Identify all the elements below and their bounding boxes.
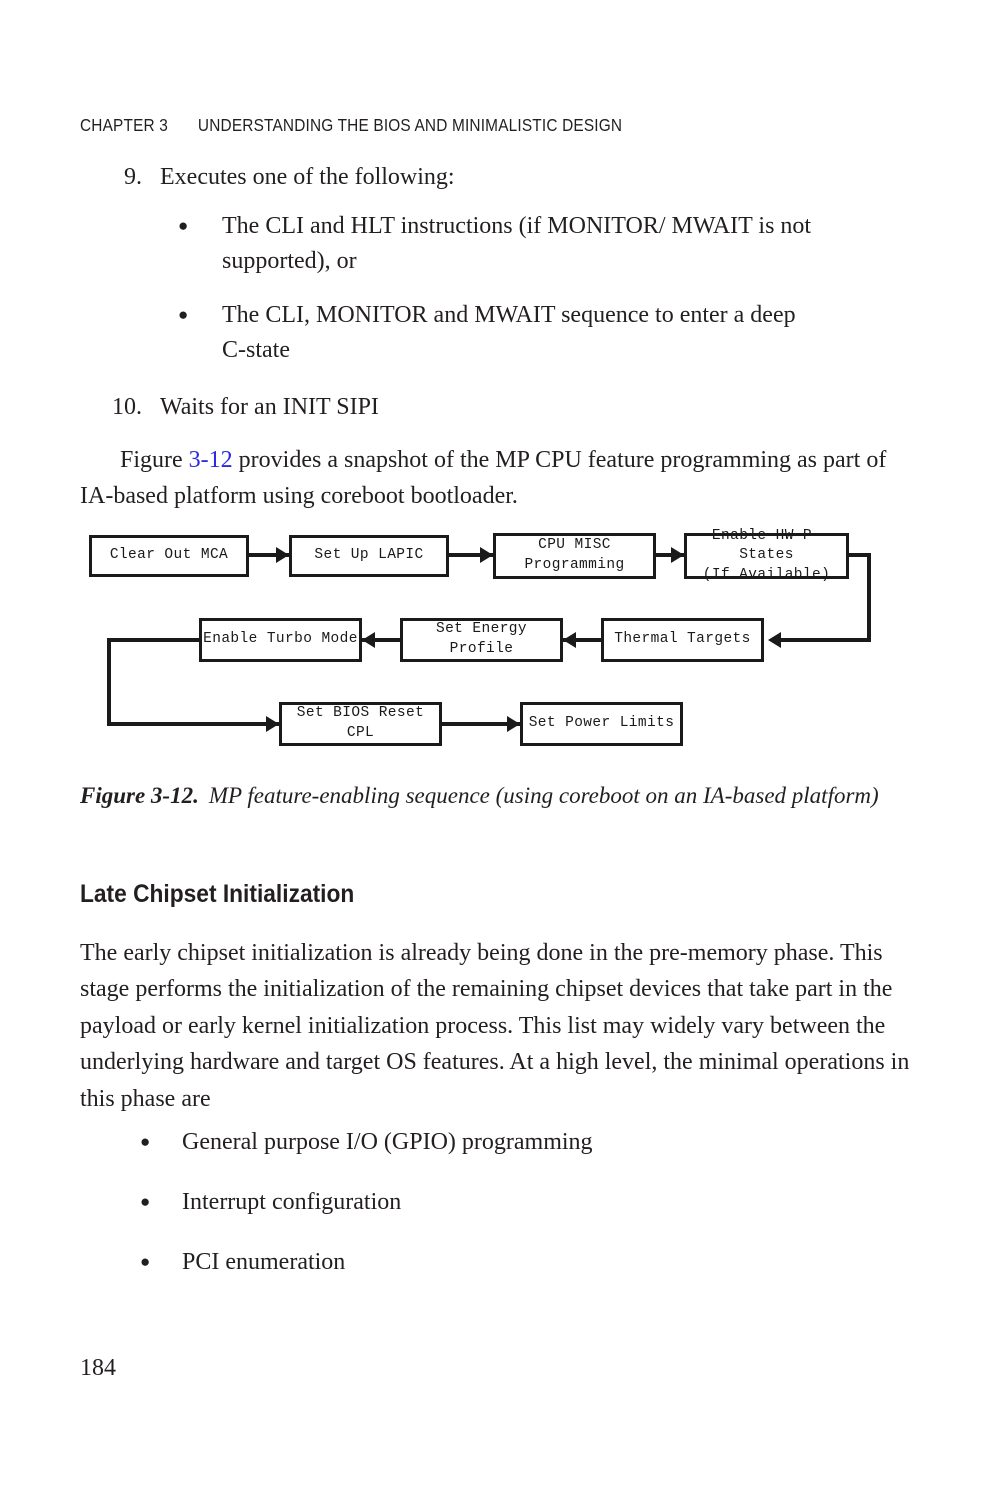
flow-box-enable-turbo-mode-label: Enable Turbo Mode bbox=[203, 631, 358, 648]
flow-connector-turbo-to-bios-reset bbox=[107, 722, 279, 726]
bullet-dot-icon: ● bbox=[178, 305, 189, 325]
flow-box-set-bios-reset-cpl: Set BIOS Reset CPL bbox=[279, 702, 442, 746]
sub-bullet-item-2-text: The CLI, MONITOR and MWAIT sequence to e… bbox=[222, 302, 796, 364]
flow-box-enable-hw-pstates-label-line1: Enable HW P-States bbox=[711, 527, 822, 564]
figure-cross-reference-link[interactable]: 3-12 bbox=[189, 447, 233, 473]
flow-box-clear-out-mca-label: Clear Out MCA bbox=[109, 547, 229, 564]
flow-connector-turbo-left-segment bbox=[107, 638, 199, 642]
flow-arrowhead-right-icon bbox=[480, 547, 493, 563]
flow-box-cpu-misc-programming-label-line2: Programming bbox=[524, 557, 625, 573]
figure-caption: Figure 3-12. MP feature-enabling sequence… bbox=[80, 780, 890, 813]
flow-box-enable-turbo-mode: Enable Turbo Mode bbox=[199, 618, 362, 662]
bullet-dot-icon: ● bbox=[140, 1251, 151, 1271]
numbered-list: 9. Executes one of the following: ● The … bbox=[80, 160, 910, 388]
flow-box-thermal-targets-label: Thermal Targets bbox=[614, 631, 751, 648]
list-item-10-text: Waits for an INIT SIPI bbox=[160, 394, 379, 420]
final-bullet-list: ● General purpose I/O (GPIO) programming… bbox=[140, 1125, 900, 1304]
list-item-9-text: Executes one of the following: bbox=[160, 164, 455, 190]
section-heading-late-chipset-initialization: Late Chipset Initialization bbox=[80, 880, 355, 908]
flow-connector-pstates-to-thermal bbox=[780, 638, 871, 642]
sub-bullet-item-2: ● The CLI, MONITOR and MWAIT sequence to… bbox=[178, 298, 910, 368]
flow-box-enable-hw-pstates: Enable HW P-States (If Available) bbox=[684, 528, 849, 583]
flow-box-set-bios-reset-cpl-label: Set BIOS Reset CPL bbox=[296, 705, 425, 741]
flow-box-thermal-targets: Thermal Targets bbox=[601, 618, 764, 662]
page-number: 184 bbox=[80, 1355, 116, 1381]
figure-caption-text: MP feature-enabling sequence (using core… bbox=[208, 783, 879, 808]
flow-connector-pstates-down-segment bbox=[867, 553, 871, 642]
list-item-10: 10. Waits for an INIT SIPI bbox=[80, 390, 379, 425]
flow-arrowhead-left-icon bbox=[563, 632, 576, 648]
flow-arrowhead-right-icon bbox=[507, 716, 520, 732]
list-item-9: 9. Executes one of the following: bbox=[80, 160, 910, 195]
flow-arrowhead-right-icon bbox=[276, 547, 289, 563]
flow-box-cpu-misc-programming: CPU MISC Programming bbox=[493, 533, 656, 579]
bullet-dot-icon: ● bbox=[140, 1132, 151, 1151]
final-bullet-item-1: ● General purpose I/O (GPIO) programming bbox=[140, 1125, 900, 1160]
sub-bullet-list: ● The CLI and HLT instructions (if MONIT… bbox=[178, 209, 910, 368]
flow-box-clear-out-mca: Clear Out MCA bbox=[89, 535, 249, 577]
flowchart-figure: Clear Out MCA Set Up LAPIC CPU MISC Prog… bbox=[80, 520, 880, 765]
final-bullet-item-2-text: Interrupt configuration bbox=[182, 1188, 402, 1215]
flow-box-cpu-misc-programming-label-line1: CPU MISC bbox=[538, 537, 611, 554]
flow-box-set-power-limits: Set Power Limits bbox=[520, 702, 683, 746]
final-bullet-item-2: ● Interrupt configuration bbox=[140, 1185, 900, 1220]
list-item-9-number: 9. bbox=[124, 164, 142, 190]
running-head: CHAPTER 3 UNDERSTANDING THE BIOS AND MINI… bbox=[80, 115, 622, 136]
flow-box-set-power-limits-label: Set Power Limits bbox=[528, 715, 675, 732]
flow-arrowhead-left-icon bbox=[362, 632, 375, 648]
flow-connector-turbo-down-segment bbox=[107, 638, 111, 726]
sub-bullet-item-1-text: The CLI and HLT instructions (if MONITOR… bbox=[222, 212, 812, 274]
sub-bullet-item-1: ● The CLI and HLT instructions (if MONIT… bbox=[178, 209, 910, 279]
flow-box-enable-hw-pstates-label-line2: (If Available) bbox=[702, 566, 831, 583]
flow-arrowhead-right-icon bbox=[671, 547, 684, 563]
document-page: CHAPTER 3 UNDERSTANDING THE BIOS AND MINI… bbox=[0, 0, 989, 1500]
final-bullet-item-3-text: PCI enumeration bbox=[182, 1248, 346, 1275]
final-bullet-item-1-text: General purpose I/O (GPIO) programming bbox=[182, 1129, 593, 1155]
flow-arrowhead-left-icon bbox=[768, 632, 781, 648]
running-head-title: UNDERSTANDING THE BIOS AND MINIMALISTIC … bbox=[197, 115, 623, 135]
flow-box-set-up-lapic: Set Up LAPIC bbox=[289, 535, 449, 577]
flow-arrowhead-right-icon bbox=[266, 716, 279, 732]
running-head-chapter: CHAPTER 3 bbox=[80, 115, 169, 135]
figure-caption-label: Figure 3-12. bbox=[80, 783, 199, 808]
bullet-dot-icon: ● bbox=[140, 1191, 151, 1211]
list-item-10-number: 10. bbox=[112, 394, 142, 420]
flow-box-set-energy-profile-label: Set Energy Profile bbox=[435, 621, 527, 657]
bullet-dot-icon: ● bbox=[178, 215, 189, 235]
flow-box-set-energy-profile: Set Energy Profile bbox=[400, 618, 563, 662]
flow-box-set-up-lapic-label: Set Up LAPIC bbox=[314, 547, 424, 564]
figure-intro-before: Figure bbox=[120, 447, 189, 473]
final-bullet-item-3: ● PCI enumeration bbox=[140, 1245, 900, 1280]
figure-intro-paragraph: Figure 3-12 provides a snapshot of the M… bbox=[80, 442, 920, 515]
body-paragraph: The early chipset initialization is alre… bbox=[80, 940, 910, 1112]
